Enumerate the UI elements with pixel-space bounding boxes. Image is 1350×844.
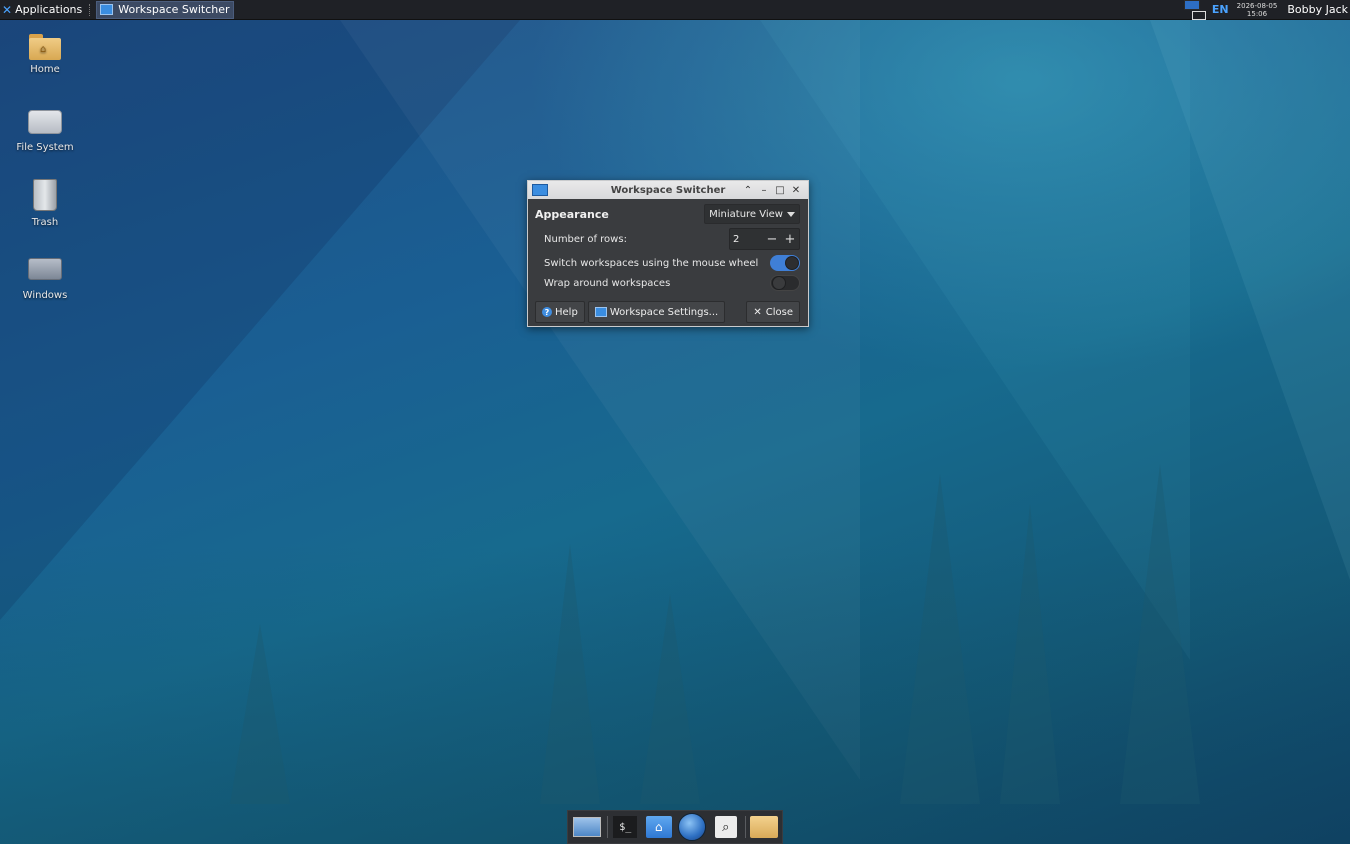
workspace-settings-button[interactable]: Workspace Settings...: [587, 301, 726, 323]
chevron-up-icon: ⌃: [743, 184, 753, 196]
home-folder-icon: ⌂: [29, 34, 61, 60]
top-panel: ✕ Applications Workspace Switcher EN 202…: [0, 0, 1350, 20]
workspace-switcher-icon: [532, 184, 548, 196]
wrap-around-toggle[interactable]: [770, 275, 800, 291]
help-label: Help: [555, 306, 578, 318]
plus-icon: +: [784, 231, 796, 247]
clock-date: 2026-08-05: [1236, 1, 1278, 10]
desktop-icon-home[interactable]: ⌂ Home: [5, 34, 85, 75]
mouse-wheel-label: Switch workspaces using the mouse wheel: [544, 257, 759, 269]
close-icon: ✕: [753, 306, 762, 318]
chevron-down-icon: [787, 211, 795, 217]
keyboard-layout-indicator[interactable]: EN: [1212, 3, 1229, 16]
tree-silhouette: [1120, 464, 1200, 804]
desktop-icon-trash[interactable]: Trash: [5, 179, 85, 228]
appearance-heading: Appearance: [535, 207, 609, 221]
decrement-button[interactable]: −: [763, 229, 781, 249]
home-folder-icon: ⌂: [645, 816, 672, 838]
workspace-2[interactable]: [1191, 10, 1206, 20]
dock-separator: [606, 816, 608, 838]
tree-silhouette: [540, 544, 600, 804]
hard-drive-icon: [28, 110, 62, 134]
minus-icon: −: [766, 231, 778, 247]
taskbar-button-workspace-switcher[interactable]: Workspace Switcher: [96, 0, 235, 19]
clock-time: 15:06: [1246, 9, 1268, 18]
workspace-switcher-dialog: Workspace Switcher ⌃ – □ ✕ Appearance Mi…: [527, 180, 809, 327]
user-menu[interactable]: Bobby Jack: [1287, 3, 1348, 16]
rows-stepper: − +: [729, 228, 800, 250]
workspace-switcher-icon: [100, 4, 114, 15]
view-mode-dropdown[interactable]: Miniature View: [704, 204, 800, 224]
view-mode-value: Miniature View: [709, 208, 783, 220]
desktop-icon: [572, 817, 601, 837]
help-icon: ?: [542, 307, 552, 317]
rows-label: Number of rows:: [544, 233, 627, 245]
maximize-button[interactable]: □: [772, 182, 788, 198]
close-window-button[interactable]: ✕: [788, 182, 804, 198]
close-icon: ✕: [791, 184, 801, 196]
tree-silhouette: [640, 594, 700, 804]
web-browser-launcher[interactable]: [676, 812, 708, 842]
app-finder-launcher[interactable]: ⌕: [710, 812, 742, 842]
workspace-settings-label: Workspace Settings...: [609, 306, 719, 318]
terminal-launcher[interactable]: $_: [609, 812, 641, 842]
workspace-1[interactable]: [1183, 0, 1200, 10]
drive-icon: [28, 258, 62, 280]
web-browser-icon: [678, 813, 707, 841]
maximize-icon: □: [775, 184, 785, 196]
rows-input[interactable]: [730, 232, 763, 246]
minimize-button[interactable]: –: [756, 182, 772, 198]
trash-icon: [33, 179, 57, 211]
applications-menu-button[interactable]: ✕ Applications: [0, 0, 86, 19]
minimize-icon: –: [761, 184, 767, 196]
tree-silhouette: [1000, 504, 1060, 804]
increment-button[interactable]: +: [781, 229, 799, 249]
close-button[interactable]: ✕ Close: [746, 301, 800, 323]
help-button[interactable]: ? Help: [535, 301, 585, 323]
workspace-settings-icon: [594, 307, 607, 317]
desktop-icon-label: File System: [16, 142, 74, 153]
panel-separator: [89, 3, 91, 16]
taskbar-button-label: Workspace Switcher: [118, 3, 230, 16]
shade-button[interactable]: ⌃: [740, 182, 756, 198]
dock-separator: [745, 816, 747, 838]
desktop-icon-label: Windows: [22, 290, 68, 301]
dialog-titlebar[interactable]: Workspace Switcher ⌃ – □ ✕: [528, 181, 808, 199]
file-manager-icon: [750, 816, 779, 838]
desktop-icon-windows[interactable]: Windows: [5, 258, 85, 301]
close-label: Close: [765, 306, 793, 318]
workspace-pager[interactable]: [1183, 0, 1206, 20]
clock[interactable]: 2026-08-05 15:06: [1237, 2, 1278, 18]
mouse-wheel-toggle[interactable]: [770, 255, 800, 271]
tree-silhouette: [900, 474, 980, 804]
desktop-icon-file-system[interactable]: File System: [5, 110, 85, 153]
applications-label: Applications: [15, 3, 83, 16]
xfce-logo-icon: ✕: [2, 2, 13, 17]
home-folder-launcher[interactable]: ⌂: [643, 812, 675, 842]
desktop-icon-label: Home: [30, 64, 60, 75]
panel-tray: EN 2026-08-05 15:06 Bobby Jack: [1183, 0, 1350, 20]
terminal-icon: $_: [613, 816, 638, 838]
file-manager-launcher[interactable]: [748, 812, 780, 842]
search-icon: ⌕: [714, 816, 737, 838]
show-desktop-button[interactable]: [571, 812, 603, 842]
bottom-dock: $_ ⌂ ⌕: [567, 810, 783, 844]
wrap-around-label: Wrap around workspaces: [544, 277, 671, 289]
desktop-icon-label: Trash: [31, 217, 59, 228]
tree-silhouette: [230, 624, 290, 804]
